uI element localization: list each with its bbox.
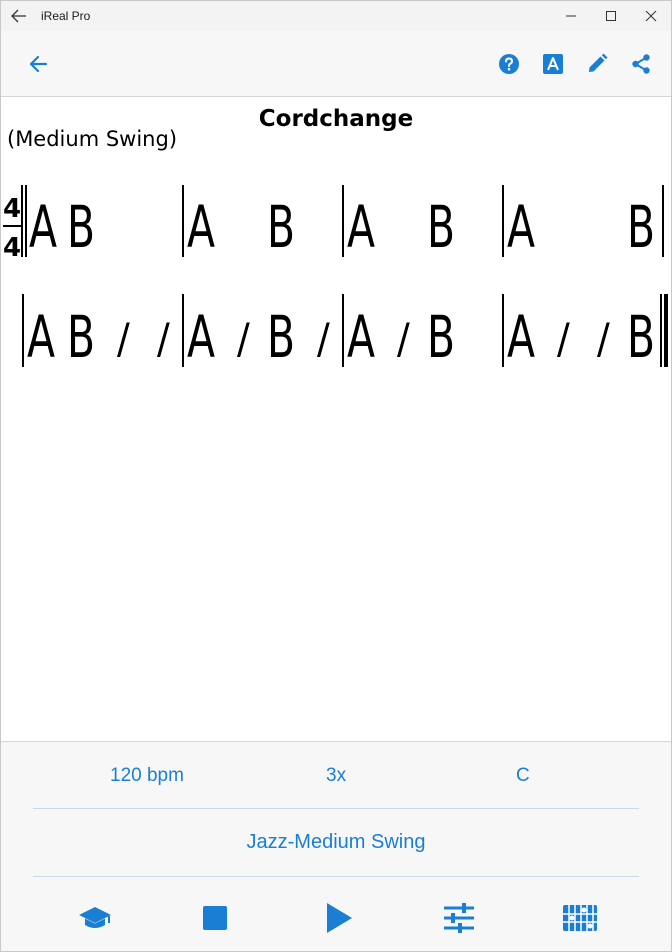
measure-5-slash-4: / bbox=[157, 314, 170, 363]
chord-diagram-icon bbox=[563, 905, 597, 931]
measure-6-chord-a[interactable]: A bbox=[187, 303, 215, 371]
measure-7-chord-a[interactable]: A bbox=[347, 303, 375, 371]
chord-sheet: 4 4 A B A B A B A B A B / / A / B / A / … bbox=[3, 185, 668, 371]
measure-3-chord-a[interactable]: A bbox=[347, 193, 375, 261]
measure-5-chord-a[interactable]: A bbox=[27, 303, 55, 371]
chord-diagram-button[interactable] bbox=[560, 900, 600, 936]
measure-2-chord-a[interactable]: A bbox=[187, 193, 215, 261]
mixer-button[interactable] bbox=[439, 900, 479, 936]
time-signature-bottom: 4 bbox=[3, 233, 21, 263]
transpose-font-button[interactable] bbox=[540, 51, 566, 77]
measure-7-chord-b[interactable]: B bbox=[427, 303, 455, 371]
measure-4-chord-b[interactable]: B bbox=[627, 193, 655, 261]
measure-5-slash-3: / bbox=[117, 314, 130, 363]
row-1-barlines bbox=[21, 185, 664, 257]
measure-5-chord-b[interactable]: B bbox=[67, 303, 95, 371]
style-preset-button[interactable]: Jazz-Medium Swing bbox=[1, 831, 671, 854]
window-back-icon bbox=[11, 9, 26, 23]
close-button[interactable] bbox=[631, 1, 671, 31]
measure-3-chord-b[interactable]: B bbox=[427, 193, 455, 261]
app-toolbar bbox=[1, 31, 671, 97]
key-button[interactable]: C bbox=[516, 765, 530, 787]
stop-icon bbox=[203, 906, 227, 930]
measure-8-slash-2: / bbox=[557, 314, 570, 363]
stop-button[interactable] bbox=[195, 900, 235, 936]
play-icon bbox=[327, 903, 352, 933]
player-panel: 120 bpm 3x C Jazz-Medium Swing bbox=[1, 741, 671, 951]
help-button[interactable] bbox=[496, 51, 522, 77]
title-bar: iReal Pro bbox=[1, 1, 671, 31]
back-button[interactable] bbox=[25, 51, 51, 77]
back-arrow-icon bbox=[29, 55, 48, 73]
app-window: iReal Pro Cordchange (Medium Swing) 4 4 … bbox=[0, 0, 672, 952]
row-2-chords: A B / / A / B / A / B A / / B bbox=[27, 303, 655, 371]
tempo-button[interactable]: 120 bpm bbox=[110, 765, 184, 787]
window-title: iReal Pro bbox=[41, 9, 91, 23]
measure-8-chord-a[interactable]: A bbox=[507, 303, 535, 371]
measure-4-chord-a[interactable]: A bbox=[507, 193, 535, 261]
font-icon bbox=[543, 54, 563, 74]
measure-1-chord-b[interactable]: B bbox=[67, 193, 95, 261]
practice-icon bbox=[79, 907, 111, 928]
measure-6-chord-b[interactable]: B bbox=[267, 303, 295, 371]
time-signature-top: 4 bbox=[3, 194, 21, 224]
measure-8-chord-b[interactable]: B bbox=[627, 303, 655, 371]
play-button[interactable] bbox=[319, 900, 359, 936]
divider-bottom bbox=[33, 876, 639, 877]
share-button[interactable] bbox=[628, 51, 654, 77]
minimize-button[interactable] bbox=[551, 1, 591, 31]
measure-6-slash-4: / bbox=[317, 314, 330, 363]
minimize-icon bbox=[566, 15, 576, 17]
close-icon bbox=[645, 10, 657, 22]
player-settings-row: 120 bpm 3x C bbox=[1, 742, 671, 808]
measure-2-chord-b[interactable]: B bbox=[267, 193, 295, 261]
measure-1-chord-a[interactable]: A bbox=[29, 193, 57, 261]
share-icon bbox=[632, 54, 650, 74]
playback-controls bbox=[1, 900, 671, 940]
repeats-button[interactable]: 3x bbox=[326, 765, 346, 787]
edit-button[interactable] bbox=[584, 51, 610, 77]
chord-chart[interactable]: Cordchange (Medium Swing) 4 4 A B A B A … bbox=[1, 97, 671, 741]
window-back-button[interactable] bbox=[1, 1, 37, 31]
measure-7-slash-2: / bbox=[397, 314, 410, 363]
measure-6-slash-2: / bbox=[237, 314, 250, 363]
help-icon bbox=[499, 54, 519, 74]
edit-pencil-icon bbox=[589, 53, 608, 72]
maximize-button[interactable] bbox=[591, 1, 631, 31]
divider-top bbox=[33, 808, 639, 809]
practice-button[interactable] bbox=[75, 900, 115, 936]
maximize-icon bbox=[606, 11, 616, 21]
measure-8-slash-3: / bbox=[597, 314, 610, 363]
mixer-icon bbox=[444, 903, 474, 933]
